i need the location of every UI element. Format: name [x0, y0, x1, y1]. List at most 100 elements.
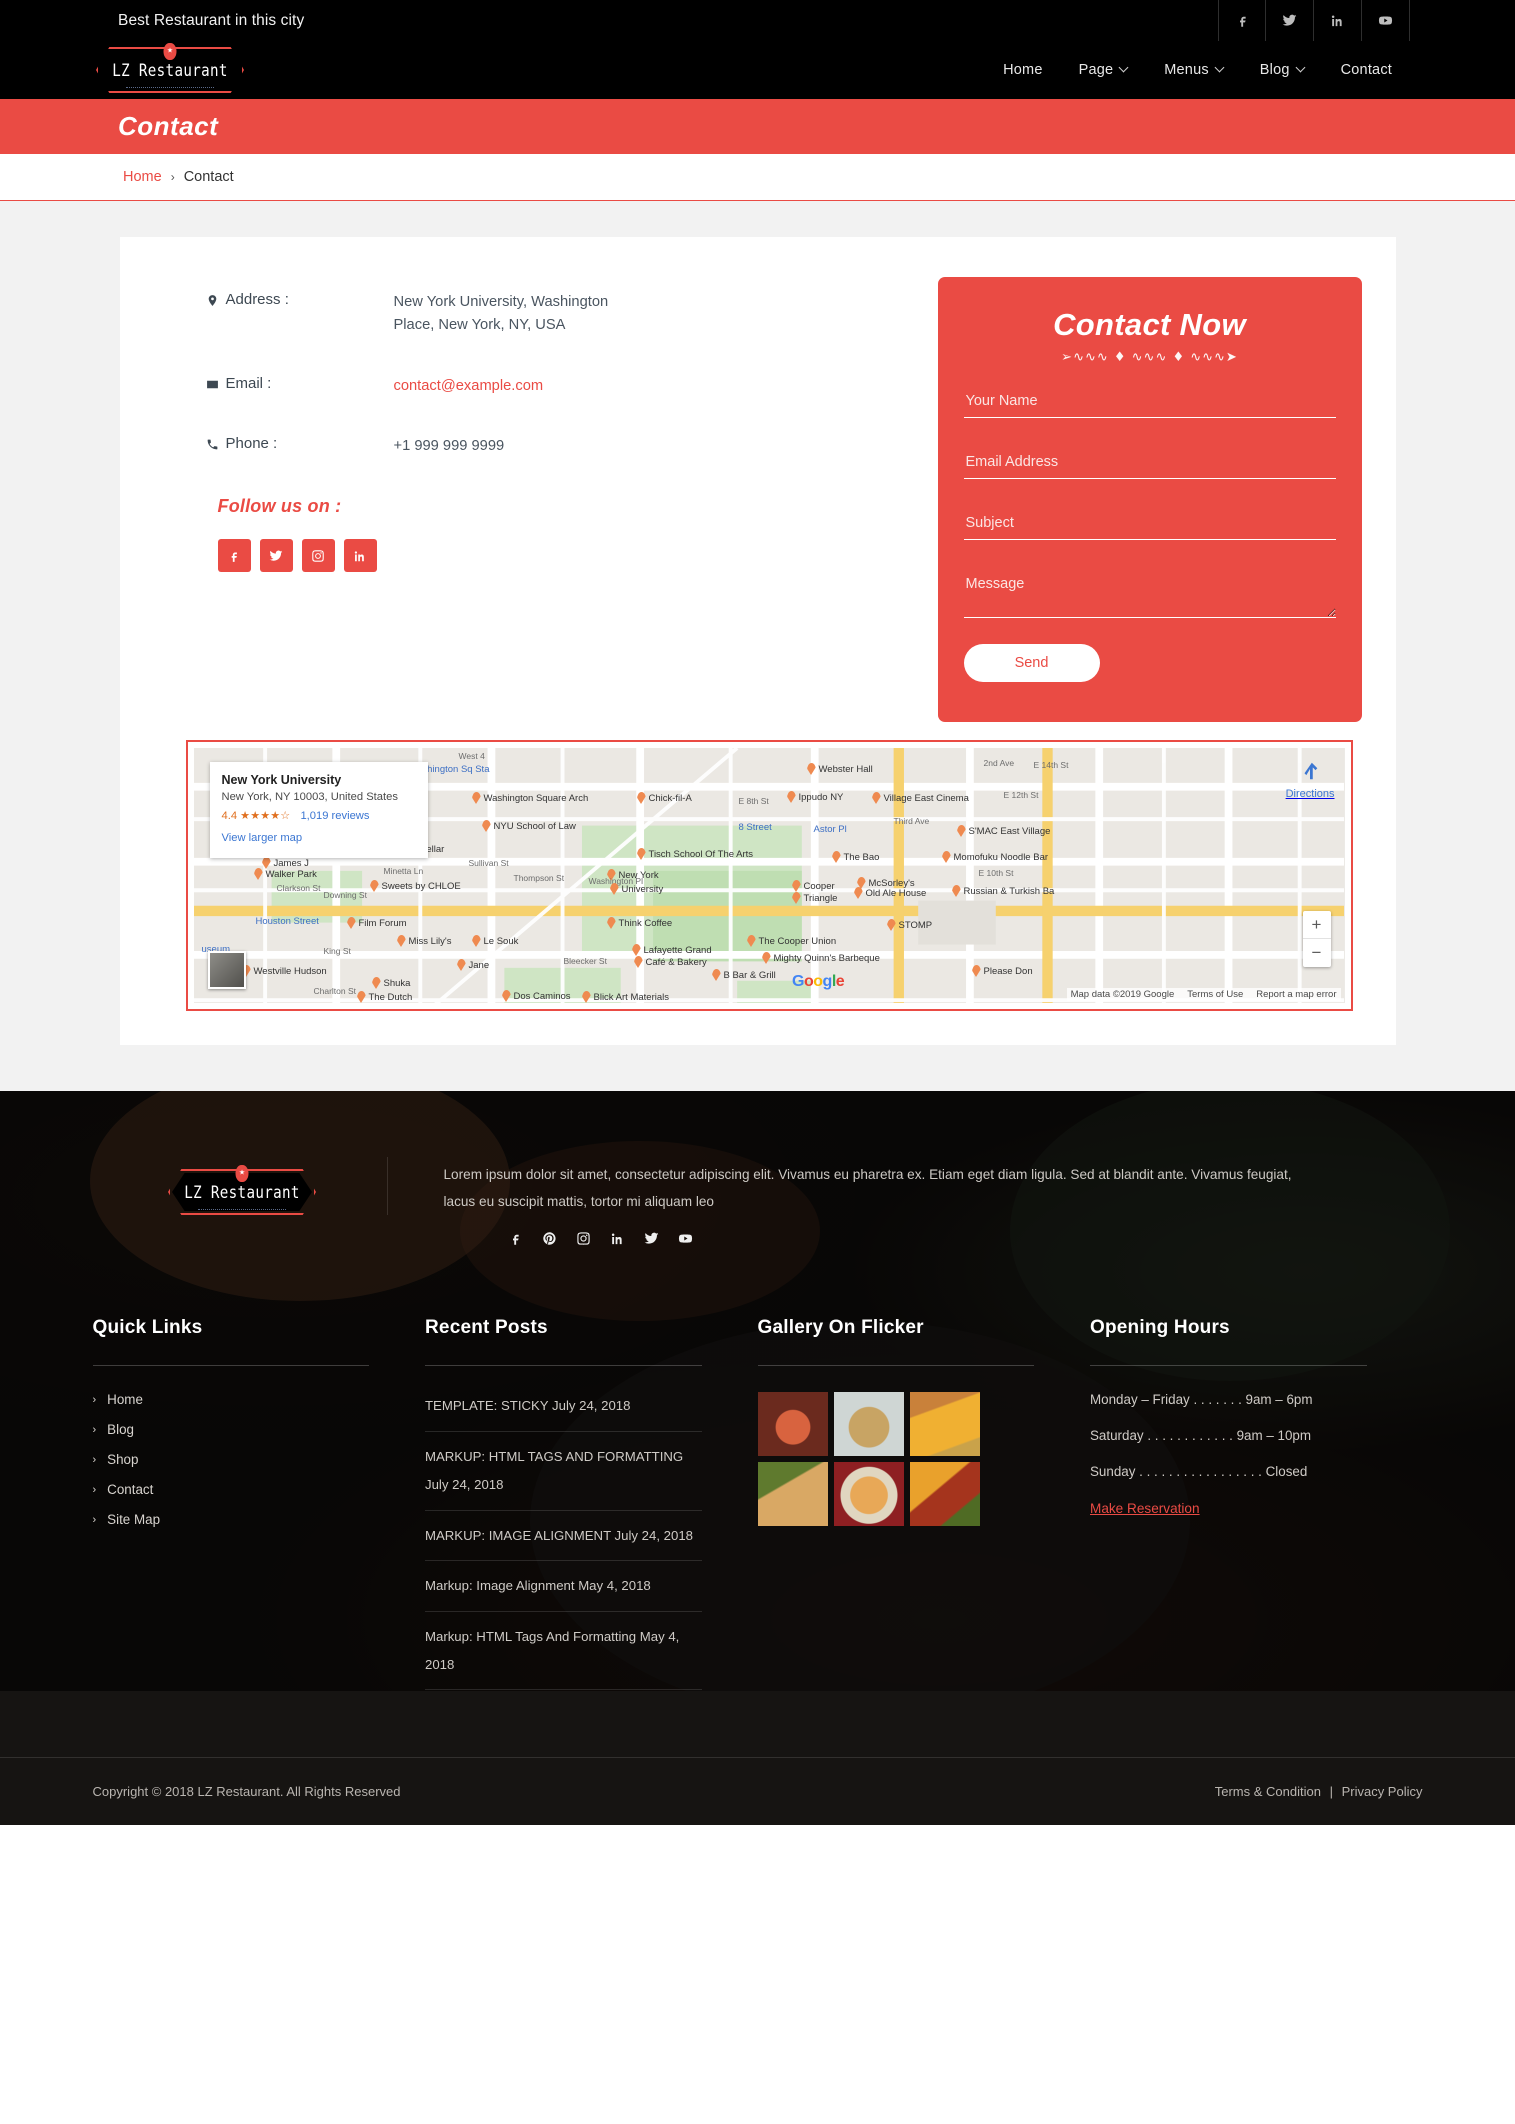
- zoom-out-button[interactable]: −: [1303, 939, 1331, 967]
- make-reservation-link[interactable]: Make Reservation: [1090, 1501, 1200, 1516]
- map-street-view-thumbnail[interactable]: [207, 951, 246, 989]
- map-marker-icon[interactable]: [370, 880, 379, 892]
- terms-link[interactable]: Terms & Condition: [1215, 1784, 1321, 1799]
- gallery-thumb-salad[interactable]: [909, 1462, 980, 1527]
- twitter-icon[interactable]: [259, 539, 293, 573]
- map-marker-icon[interactable]: [792, 892, 801, 904]
- nav-item-contact[interactable]: Contact: [1323, 62, 1410, 78]
- map-marker-icon[interactable]: [787, 791, 796, 803]
- zoom-in-button[interactable]: +: [1302, 911, 1331, 939]
- twitter-icon[interactable]: [1266, 0, 1314, 41]
- site-logo[interactable]: LZ Restaurant: [96, 43, 244, 93]
- name-input[interactable]: [963, 387, 1336, 418]
- map-marker-icon[interactable]: [957, 825, 966, 837]
- terms-of-use-link[interactable]: Terms of Use: [1187, 989, 1243, 1000]
- quick-link-blog[interactable]: › Blog: [93, 1422, 370, 1437]
- map-marker-icon[interactable]: [347, 917, 356, 929]
- map-marker-icon[interactable]: [792, 880, 801, 892]
- directions-button[interactable]: Directions: [1286, 760, 1335, 800]
- map-marker-icon[interactable]: [472, 792, 481, 804]
- map-marker-icon[interactable]: [762, 952, 771, 964]
- youtube-icon[interactable]: [1362, 0, 1410, 41]
- footer-logo[interactable]: LZ Restaurant: [168, 1165, 316, 1215]
- contact-card: Address : New York University, Washingto…: [119, 237, 1396, 1045]
- quick-link-shop[interactable]: › Shop: [93, 1452, 370, 1467]
- google-map[interactable]: West 4 Washington Sq Sta Webster Hall 2nd A…: [193, 748, 1345, 1003]
- map-marker-icon[interactable]: [357, 991, 366, 1003]
- map-marker-icon[interactable]: [872, 792, 881, 804]
- message-input[interactable]: [963, 570, 1336, 618]
- facebook-icon[interactable]: [1218, 0, 1266, 41]
- map-marker-icon[interactable]: [397, 935, 406, 947]
- privacy-link[interactable]: Privacy Policy: [1342, 1784, 1423, 1799]
- linkedin-icon[interactable]: [610, 1231, 625, 1251]
- youtube-icon[interactable]: [678, 1231, 693, 1251]
- linkedin-icon[interactable]: [1314, 0, 1362, 41]
- map-marker-icon[interactable]: [637, 792, 646, 804]
- footer-bottom-bar: Copyright © 2018 LZ Restaurant. All Righ…: [0, 1757, 1515, 1825]
- phone-row: Phone : +1 999 999 9999: [206, 435, 788, 458]
- nav-item-page[interactable]: Page: [1061, 62, 1147, 78]
- map-marker-icon[interactable]: [254, 868, 263, 880]
- send-button[interactable]: Send: [963, 644, 1100, 682]
- quick-link-site-map[interactable]: › Site Map: [93, 1512, 370, 1527]
- map-marker-icon[interactable]: [372, 977, 381, 989]
- phone-icon: [207, 439, 217, 450]
- quick-link-home[interactable]: › Home: [93, 1392, 370, 1407]
- map-marker-icon[interactable]: [472, 935, 481, 947]
- map-marker-icon[interactable]: [972, 965, 981, 977]
- list-item[interactable]: TEMPLATE: STICKY July 24, 2018: [425, 1392, 702, 1433]
- nav-item-menus[interactable]: Menus: [1146, 62, 1242, 78]
- map-label: Le Souk: [483, 936, 519, 947]
- map-marker-icon[interactable]: [807, 763, 816, 775]
- map-marker-icon[interactable]: [952, 885, 961, 897]
- map-marker-icon[interactable]: [502, 990, 511, 1002]
- chevron-down-icon: [1297, 64, 1305, 72]
- gallery-thumb-smoothie[interactable]: [757, 1392, 828, 1457]
- map-marker-icon[interactable]: [482, 820, 491, 832]
- quick-link-contact[interactable]: › Contact: [93, 1482, 370, 1497]
- gallery-thumb-curry[interactable]: [909, 1392, 980, 1457]
- map-label: E 14th St: [1033, 760, 1069, 770]
- email-input[interactable]: [963, 448, 1336, 479]
- map-marker-icon[interactable]: [607, 917, 616, 929]
- map-marker-icon[interactable]: [582, 991, 591, 1003]
- footer-bottom-inner: Copyright © 2018 LZ Restaurant. All Righ…: [93, 1784, 1423, 1799]
- linkedin-icon[interactable]: [343, 539, 377, 573]
- map-marker-icon[interactable]: [610, 883, 619, 895]
- nav-item-blog[interactable]: Blog: [1242, 62, 1323, 78]
- breadcrumb-home[interactable]: Home: [123, 169, 162, 185]
- facebook-icon[interactable]: [508, 1231, 523, 1251]
- map-label: Lafayette Grand: [643, 945, 712, 956]
- gallery-thumb-flatbread[interactable]: [757, 1462, 828, 1527]
- nav-item-home[interactable]: Home: [985, 62, 1060, 78]
- gallery-thumb-soup[interactable]: [833, 1392, 904, 1457]
- list-item[interactable]: Markup: Image Alignment May 4, 2018: [425, 1572, 702, 1612]
- view-larger-map-link[interactable]: View larger map: [222, 832, 303, 844]
- gallery-thumb-pizza[interactable]: [833, 1462, 904, 1527]
- facebook-icon[interactable]: [217, 539, 251, 573]
- report-map-error-link[interactable]: Report a map error: [1256, 989, 1336, 1000]
- list-item[interactable]: Markup: HTML Tags And Formatting May 4, …: [425, 1623, 702, 1691]
- map-marker-icon[interactable]: [747, 935, 756, 947]
- map-marker-icon[interactable]: [637, 848, 646, 860]
- list-item[interactable]: MARKUP: HTML TAGS AND FORMATTING July 24…: [425, 1443, 702, 1511]
- pinterest-icon[interactable]: [542, 1231, 557, 1251]
- instagram-icon[interactable]: [301, 539, 335, 573]
- list-item[interactable]: MARKUP: IMAGE ALIGNMENT July 24, 2018: [425, 1522, 702, 1562]
- map-marker-icon[interactable]: [942, 851, 951, 863]
- map-label: E 10th St: [978, 868, 1014, 878]
- map-marker-icon[interactable]: [854, 887, 863, 899]
- map-marker-icon[interactable]: [712, 969, 721, 981]
- map-marker-icon[interactable]: [634, 956, 643, 968]
- map-marker-icon[interactable]: [887, 919, 896, 931]
- map-marker-icon[interactable]: [632, 944, 641, 956]
- subject-input[interactable]: [963, 509, 1336, 540]
- map-marker-icon[interactable]: [832, 851, 841, 863]
- email-value[interactable]: contact@example.com: [394, 375, 544, 398]
- map-marker-icon[interactable]: [457, 959, 466, 971]
- map-label: Miss Lily's: [408, 936, 452, 947]
- map-marker-icon[interactable]: [262, 857, 271, 869]
- twitter-icon[interactable]: [644, 1231, 659, 1251]
- instagram-icon[interactable]: [576, 1231, 591, 1251]
